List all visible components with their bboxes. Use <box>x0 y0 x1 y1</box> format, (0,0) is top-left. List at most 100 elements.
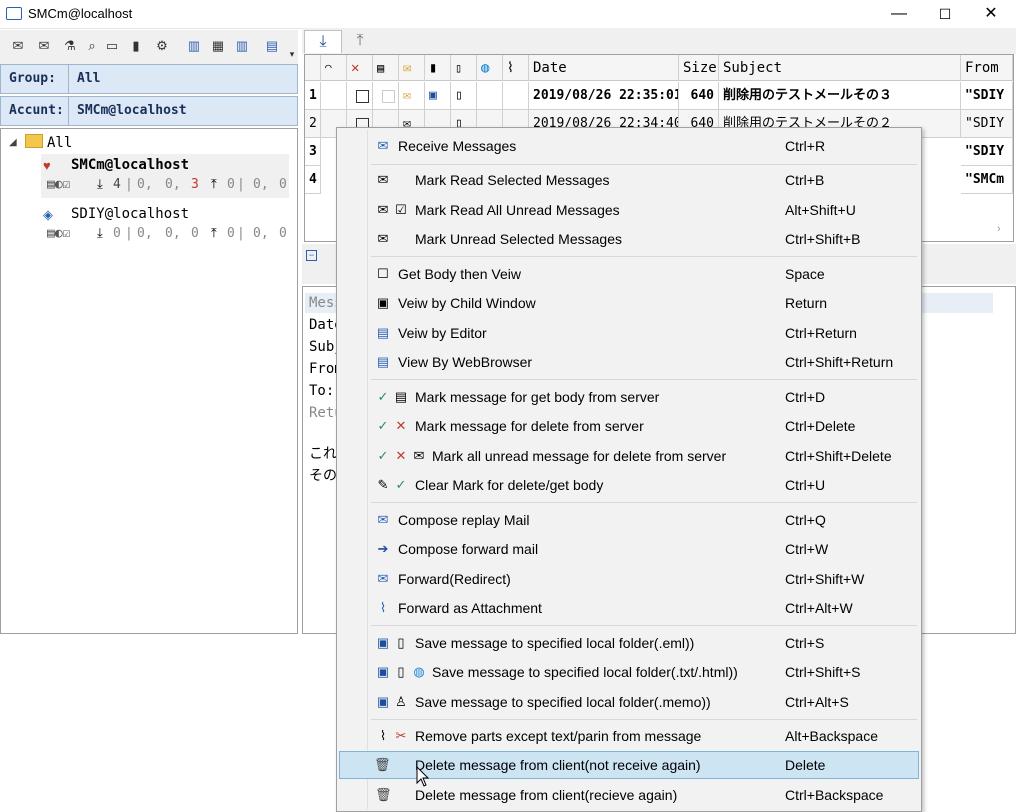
col-delete-icon[interactable]: ✕ <box>347 55 373 81</box>
toolbar-overflow-icon[interactable]: ▾ <box>284 46 300 62</box>
row-spacer <box>321 82 347 110</box>
close-button[interactable]: ✕ <box>968 0 1014 28</box>
stat-2: 0, <box>165 177 181 192</box>
menu-item-compose-reply[interactable]: ✉ Compose replay Mail Ctrl+Q <box>339 506 919 534</box>
menu-item-forward-redirect[interactable]: ✉ Forward(Redirect) Ctrl+Shift+W <box>339 565 919 593</box>
layout-rows-icon[interactable]: ▤ <box>264 38 280 54</box>
menu-item-save-txt-html[interactable]: ▣ ▯ ◍ Save message to specified local fo… <box>339 658 919 686</box>
layout-left-icon[interactable]: ▥ <box>186 38 202 54</box>
closed-envelope-icon: ✉ <box>377 231 389 246</box>
out-stat-1: 0, <box>253 177 269 192</box>
count-separator: | <box>125 177 133 192</box>
menu-item-save-eml[interactable]: ▣ ▯ Save message to specified local fold… <box>339 629 919 657</box>
stat-1: 0, <box>137 226 153 241</box>
menu-item-view-editor[interactable]: ▤ Veiw by Editor Ctrl+Return <box>339 319 919 347</box>
col-num-header[interactable] <box>305 55 321 81</box>
tab-inbox-download-icon[interactable]: ⤓ <box>304 30 342 53</box>
menu-item-shortcut: Space <box>785 266 825 282</box>
menu-item-view-webbrowser[interactable]: ▤ View By WebBrowser Ctrl+Shift+Return <box>339 348 919 376</box>
account-name: SDIY@localhost <box>71 206 190 222</box>
menu-item-get-body-view[interactable]: ☐ Get Body then Veiw Space <box>339 260 919 288</box>
printer-icon[interactable]: ▮ <box>128 38 144 54</box>
menu-item-label: Veiw by Child Window <box>398 295 536 311</box>
menu-item-compose-forward[interactable]: ➔ Compose forward mail Ctrl+W <box>339 535 919 563</box>
tree-item-account-1[interactable]: ♥ SMCm@localhost ▤◐☑ ⤓ 4 | 0, 0, 3 ⤒ 0 |… <box>41 154 289 198</box>
menu-item-shortcut: Ctrl+B <box>785 172 825 188</box>
menu-item-label: Remove parts except text/parin from mess… <box>415 728 702 744</box>
menu-separator <box>371 379 917 380</box>
row-getbody-checkbox[interactable] <box>373 82 399 110</box>
menu-item-label: Forward as Attachment <box>398 600 542 616</box>
col-from-header[interactable]: From <box>961 55 1013 81</box>
delete-x-icon: ✕ <box>395 418 407 433</box>
menu-item-label: Compose replay Mail <box>398 512 530 528</box>
checkbox-icon: ☑ <box>395 202 407 217</box>
menu-item-receive-messages[interactable]: ✉ Receive Messages Ctrl+R <box>339 132 919 160</box>
menu-item-mark-read-all[interactable]: ✉ ☑ Mark Read All Unread Messages Alt+Sh… <box>339 196 919 224</box>
menu-separator <box>371 164 917 165</box>
col-attach-icon[interactable]: ⌇ <box>503 55 529 81</box>
minimize-button[interactable]: — <box>876 0 922 28</box>
col-date-header[interactable]: Date <box>529 55 679 81</box>
menu-item-mark-delete-server[interactable]: ✓ ✕ Mark message for delete from server … <box>339 412 919 440</box>
col-text-icon[interactable]: ▯ <box>451 55 477 81</box>
menu-item-forward-attachment[interactable]: ⌇ Forward as Attachment Ctrl+Alt+W <box>339 594 919 622</box>
count-separator: | <box>237 226 245 241</box>
menu-item-shortcut: Ctrl+S <box>785 635 825 651</box>
menu-item-mark-get-body[interactable]: ✓ ▤ Mark message for get body from serve… <box>339 383 919 411</box>
mailbox-icon: ◈ <box>43 207 53 222</box>
col-size-header[interactable]: Size <box>679 55 719 81</box>
outbox-count: 0 <box>227 177 235 192</box>
folder-icon[interactable]: ▭ <box>104 38 120 54</box>
group-box[interactable]: Group: All <box>0 64 298 94</box>
search-icon[interactable]: ⌕ <box>84 38 100 54</box>
menu-item-mark-all-unread-delete[interactable]: ✓ ✕ ✉ Mark all unread message for delete… <box>339 442 919 470</box>
tree-root-label[interactable]: All <box>47 135 72 151</box>
window-title: SMCm@localhost <box>28 6 133 21</box>
out-stat-1: 0, <box>253 226 269 241</box>
row-date: 2019/08/26 22:35:01 <box>529 82 679 110</box>
filter-icon[interactable]: ⚗ <box>62 38 78 54</box>
menu-item-shortcut: Ctrl+Shift+B <box>785 231 861 247</box>
maximize-button[interactable]: ☐ <box>922 0 968 28</box>
layout-split-icon[interactable]: ▦ <box>210 38 226 54</box>
col-read-icon[interactable]: ◠ <box>321 55 347 81</box>
broom-icon: ✎ <box>377 477 389 492</box>
account-box[interactable]: Accunt: SMCm@localhost <box>0 96 298 126</box>
count-separator: | <box>237 177 245 192</box>
group-label: Group: <box>1 65 69 93</box>
folder-icon <box>25 134 43 148</box>
menu-item-clear-mark[interactable]: ✎ ✓ Clear Mark for delete/get body Ctrl+… <box>339 471 919 499</box>
inbox-count: 4 <box>113 177 121 192</box>
row-delete-checkbox[interactable] <box>347 82 373 110</box>
gear-icon[interactable]: ⚙ <box>154 38 170 54</box>
forward-arrow-icon: ➔ <box>377 541 389 556</box>
menu-item-view-child-window[interactable]: ▣ Veiw by Child Window Return <box>339 289 919 317</box>
scroll-right-icon[interactable]: › <box>997 223 1001 235</box>
receive-mail-icon[interactable]: ✉ <box>10 38 26 54</box>
download-icon: ⤓ <box>97 226 103 241</box>
menu-item-save-memo[interactable]: ▣ ♙ Save message to specified local fold… <box>339 688 919 716</box>
menu-item-mark-unread[interactable]: ✉ Mark Unread Selected Messages Ctrl+Shi… <box>339 225 919 253</box>
col-subject-header[interactable]: Subject <box>719 55 961 81</box>
col-getbody-icon[interactable]: ▤ <box>373 55 399 81</box>
menu-item-label: Veiw by Editor <box>398 325 487 341</box>
col-printer-icon[interactable]: ▮ <box>425 55 451 81</box>
layout-columns-icon[interactable]: ▥ <box>234 38 250 54</box>
window-icon: ▣ <box>376 295 390 310</box>
collapse-icon[interactable]: − <box>306 250 317 261</box>
send-mail-icon[interactable]: ✉ <box>36 38 52 54</box>
table-row[interactable]: 1 ✉ ▣ ▯ 2019/08/26 22:35:01 640 削除用のテストメ… <box>305 82 1013 110</box>
col-mail-icon[interactable]: ✉ <box>399 55 425 81</box>
mailbox-icon: ♥ <box>43 158 51 173</box>
menu-item-label: Mark Read All Unread Messages <box>415 202 620 218</box>
tree-item-account-2[interactable]: ◈ SDIY@localhost ▤◐☑ ⤓ 0 | 0, 0, 0 ⤒ 0 |… <box>41 203 289 247</box>
stat-1: 0, <box>137 177 153 192</box>
row-from: "SDIY <box>961 138 1013 166</box>
tab-outbox-upload-icon[interactable]: ⤒ <box>342 30 378 52</box>
tree-expand-icon[interactable]: ◢ <box>9 137 17 148</box>
col-web-icon[interactable]: ◍ <box>477 55 503 81</box>
menu-item-remove-parts[interactable]: ⌇ ✂ Remove parts except text/parin from … <box>339 722 919 750</box>
check-icon: ✓ <box>377 418 389 433</box>
menu-item-mark-read-selected[interactable]: ✉ Mark Read Selected Messages Ctrl+B <box>339 166 919 194</box>
